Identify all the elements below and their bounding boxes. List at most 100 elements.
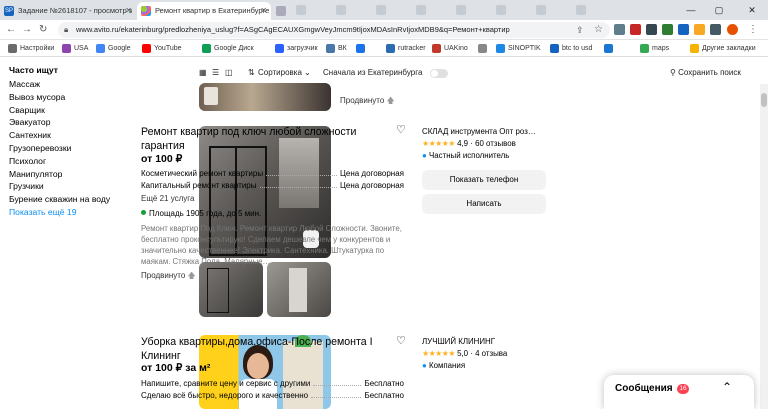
list-view-icon[interactable]: ☰ (212, 68, 219, 78)
lock-icon: 🔒︎ (64, 25, 69, 34)
avatar[interactable] (727, 24, 738, 35)
gallery-view-icon[interactable]: ◫ (225, 68, 233, 78)
scrollbar-thumb[interactable] (761, 93, 767, 107)
bookmark-item[interactable]: Настройки (8, 43, 54, 54)
bookmark-icon (478, 44, 487, 53)
service-name: Сделаю всё быстро, недорого и качественн… (141, 391, 309, 400)
write-message-button[interactable]: Написать (422, 194, 546, 214)
listing-photo[interactable] (199, 83, 331, 111)
bookmark-item[interactable]: rutracker (386, 43, 426, 54)
bookmark-item[interactable]: Другие закладки (690, 43, 756, 54)
bookmark-item[interactable]: USA (62, 43, 88, 54)
city-first-toggle[interactable] (430, 69, 448, 78)
bookmark-label: UAKino (444, 45, 468, 52)
sort-dropdown[interactable]: Сортировка ⌄ (258, 68, 311, 78)
listing-description: Ремонт квартир Под Ключ. Ремонт квартир … (141, 224, 402, 266)
extension-icon[interactable] (662, 24, 673, 35)
bookmark-item[interactable]: btc to usd (550, 43, 592, 54)
window-close-icon[interactable]: ✕ (736, 0, 768, 20)
sort-icon[interactable]: ⇅ (248, 68, 255, 78)
bookmark-icon (356, 44, 365, 53)
forward-icon[interactable]: → (22, 22, 32, 38)
tab-task-label: Задание №2618107 - просмотр з (18, 6, 133, 15)
bookmark-item[interactable]: YouTube (142, 43, 182, 54)
url-input[interactable]: 🔒︎ www.avito.ru/ekaterinburg/predlozheni… (58, 22, 610, 38)
extension-icon[interactable] (630, 24, 641, 35)
service-row: Косметический ремонт квартиры Цена догово… (141, 168, 404, 179)
seller-name[interactable]: ЛУЧШИЙ КЛИНИНГ (422, 337, 495, 346)
tab-other[interactable] (272, 2, 292, 20)
promoted-status: Продвинуто 🡅︎ (340, 95, 395, 109)
reload-icon[interactable]: ↻ (39, 22, 47, 38)
dotted-leader (313, 378, 362, 386)
messages-label: Сообщения (615, 383, 673, 394)
save-search-label: Сохранить поиск (678, 68, 741, 77)
bookmark-item[interactable]: UAKino (432, 43, 468, 54)
listing-title[interactable]: Уборка квартиры,дома,офиса-После ремонта… (141, 336, 373, 363)
extension-icon[interactable] (694, 24, 705, 35)
seller-rating: ★★★★★ 4,9 · 60 отзывов (422, 139, 516, 148)
close-icon[interactable]: ✕ (125, 2, 132, 20)
service-row: Капитальный ремонт квартиры Цена договорн… (141, 180, 404, 191)
city-first-label: Сначала из Екатеринбурга (323, 68, 423, 77)
tab-avito[interactable]: Ремонт квартир в Екатеринбурге ✕ (137, 2, 271, 20)
popular-search-link[interactable]: Массаж (9, 78, 189, 91)
messages-widget[interactable]: Сообщения 16 ⌃ (604, 375, 754, 409)
listing-thumb-photo[interactable] (199, 262, 263, 317)
save-search-button[interactable]: ⚲ Сохранить поиск (670, 68, 741, 78)
puzzle-icon[interactable] (710, 24, 721, 35)
bookmark-label: ВК (338, 45, 347, 52)
minimize-icon[interactable]: — (680, 0, 702, 20)
listing-title[interactable]: Ремонт квартир под ключ любой сложности … (141, 126, 356, 153)
popular-search-link[interactable]: Вывоз мусора (9, 91, 189, 104)
chevron-up-icon[interactable]: ⌃ (722, 380, 732, 394)
show-phone-button[interactable]: Показать телефон (422, 170, 546, 190)
popular-search-link[interactable]: Сварщик (9, 104, 189, 117)
page-scrollbar[interactable] (760, 84, 768, 409)
grid-view-icon[interactable]: ▦ (199, 68, 207, 78)
seller-rating: ★★★★★ 5,0 · 4 отзыва (422, 349, 508, 358)
service-price: Бесплатно (364, 379, 404, 388)
bookmark-item[interactable]: Google Диск (202, 43, 254, 54)
rutracker-icon (386, 44, 395, 53)
bookmark-item[interactable]: maps (640, 43, 669, 54)
metro-dot-icon (141, 210, 146, 215)
bookmark-item[interactable]: загрузчик (275, 43, 318, 54)
extension-icon[interactable] (614, 24, 625, 35)
extension-icon[interactable] (678, 24, 689, 35)
reviews-link[interactable]: 60 отзывов (475, 139, 516, 148)
seller-name[interactable]: СКЛАД инструмента Опт роз… (422, 127, 536, 136)
bookmark-item[interactable]: SINOPTIK (496, 43, 541, 54)
bookmark-label: YouTube (154, 45, 182, 52)
back-icon[interactable]: ← (6, 22, 16, 38)
rating-value: 4,9 (457, 139, 469, 148)
address-bar-row: ← → ↻ 🔒︎ www.avito.ru/ekaterinburg/predl… (0, 20, 768, 40)
service-name: Капитальный ремонт квартиры (141, 181, 257, 190)
google-icon (96, 44, 105, 53)
rating-stars-icon: ★★★★★ (422, 139, 455, 148)
seller-type-label: Частный исполнитель (428, 151, 510, 160)
maximize-icon[interactable]: ▢ (708, 0, 730, 20)
extension-icon[interactable] (646, 24, 657, 35)
bookmark-item[interactable]: Google (96, 43, 131, 54)
share-icon[interactable]: ⇪ (576, 22, 584, 38)
listing-thumb-photo[interactable] (267, 262, 331, 317)
menu-kebab-icon[interactable]: ⋮ (748, 22, 758, 38)
more-services-link[interactable]: Ещё 21 услуга (141, 194, 194, 203)
metro-label: Площадь 1905 года, до 5 мин. (149, 209, 262, 218)
bookmarks-bar: Настройки USA Google YouTube Google Диск… (0, 40, 768, 57)
verified-check-icon: ● (422, 361, 427, 370)
dotted-leader (266, 168, 337, 176)
star-bookmark-icon[interactable]: ☆ (594, 22, 603, 38)
bookmark-item[interactable]: ВК (326, 43, 347, 54)
close-icon[interactable]: ✕ (260, 2, 267, 20)
seller-type-label: Компания (428, 361, 466, 370)
sinoptik-icon (496, 44, 505, 53)
favorite-heart-icon[interactable]: ♡ (396, 334, 406, 347)
tab-task[interactable]: SP Задание №2618107 - просмотр з ✕ (0, 2, 136, 20)
service-row: Напишите, сравните цену и сервис с други… (141, 378, 404, 389)
bookmark-label: Google (108, 45, 131, 52)
service-price: Цена договорная (339, 169, 404, 178)
favorite-heart-icon[interactable]: ♡ (396, 123, 406, 136)
reviews-link[interactable]: 4 отзыва (475, 349, 507, 358)
